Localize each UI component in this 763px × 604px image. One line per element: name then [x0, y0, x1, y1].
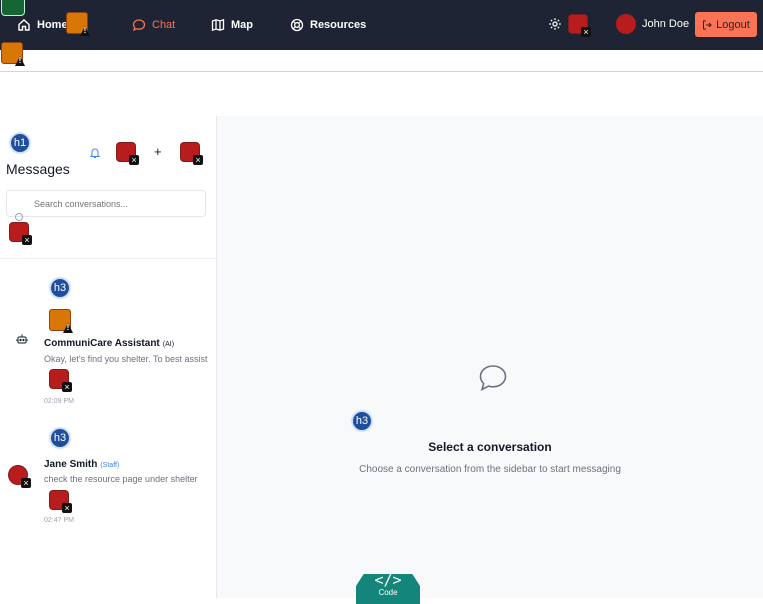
- chat-main-panel: [217, 116, 763, 598]
- sidebar-divider: [0, 258, 217, 259]
- globe-icon: [1, 0, 25, 16]
- nav-resources-label: Resources: [310, 19, 367, 31]
- empty-state-title: Select a conversation: [428, 440, 552, 454]
- search-input[interactable]: [6, 190, 206, 217]
- lifebuoy-icon: [290, 18, 304, 32]
- broken-image-icon: [49, 490, 72, 513]
- heading-badge: h1: [9, 132, 31, 154]
- conversation-name-text: Jane Smith: [44, 459, 98, 470]
- warning-image-icon: [49, 309, 71, 331]
- warning-image-icon: [66, 12, 88, 34]
- code-badge[interactable]: </> Code: [356, 574, 420, 604]
- conversation-role: (Staff): [100, 462, 120, 469]
- conversation-name-text: CommuniCare Assistant: [44, 338, 160, 349]
- broken-image-icon: [116, 142, 139, 165]
- tag-icon: [9, 222, 32, 245]
- messages-title: Messages: [6, 161, 70, 177]
- conversation-time: 02:09 PM: [44, 398, 74, 405]
- user-avatar-icon: [616, 14, 636, 34]
- conversation-name: Jane Smith (Staff): [44, 459, 119, 470]
- user-name: John Doe: [642, 18, 690, 30]
- conversation-time: 02:47 PM: [44, 517, 74, 524]
- logout-label: Logout: [716, 18, 750, 31]
- code-glyph-icon: </>: [374, 571, 402, 589]
- code-badge-label: Code: [378, 588, 398, 597]
- top-navbar: Home Chat Map Resources John Doe Logout: [0, 0, 763, 50]
- user-menu[interactable]: John Doe: [616, 14, 689, 34]
- nav-home-label: Home: [37, 19, 68, 31]
- settings-gear-icon[interactable]: [548, 17, 562, 31]
- heading-badge: h3: [351, 410, 373, 432]
- broken-image-icon: [49, 369, 72, 392]
- heading-badge: h3: [49, 427, 71, 449]
- conversation-name: CommuniCare Assistant (AI): [44, 338, 174, 349]
- nav-chat-label: Chat: [152, 19, 176, 31]
- search-icon: [15, 213, 23, 221]
- chat-bubble-icon: [479, 365, 507, 392]
- home-icon: [18, 19, 30, 31]
- nav-map-link[interactable]: Map: [211, 16, 253, 34]
- nav-home-link[interactable]: Home: [17, 16, 68, 34]
- nav-chat-link[interactable]: Chat: [132, 16, 175, 34]
- broken-image-icon: [180, 142, 203, 165]
- robot-icon: [16, 334, 28, 344]
- map-icon: [211, 18, 225, 32]
- conversation-preview: Okay, let's find you shelter. To best as…: [44, 354, 208, 364]
- empty-state-subtitle: Choose a conversation from the sidebar t…: [359, 464, 621, 475]
- logout-button[interactable]: Logout: [695, 12, 757, 37]
- conversation-role: (AI): [162, 341, 175, 348]
- conversation-item[interactable]: h3 CommuniCare Assistant(AI) Okay, let's…: [0, 270, 217, 410]
- bell-icon[interactable]: [90, 147, 100, 159]
- secondary-bar: [0, 50, 763, 72]
- chat-bubble-icon: [132, 19, 146, 32]
- user-avatar-broken-icon: [8, 465, 31, 488]
- warning-image-icon: [1, 42, 23, 64]
- nav-map-label: Map: [231, 19, 253, 31]
- nav-resources-link[interactable]: Resources: [290, 16, 366, 34]
- conversation-item[interactable]: h3 Jane Smith(Staff) check the resource …: [0, 420, 217, 530]
- logout-icon: [703, 20, 712, 29]
- conversation-preview: check the resource page under shelter: [44, 474, 198, 484]
- new-conversation-button[interactable]: +: [154, 144, 162, 159]
- heading-badge: h3: [49, 277, 71, 299]
- broken-link-icon: [568, 14, 591, 37]
